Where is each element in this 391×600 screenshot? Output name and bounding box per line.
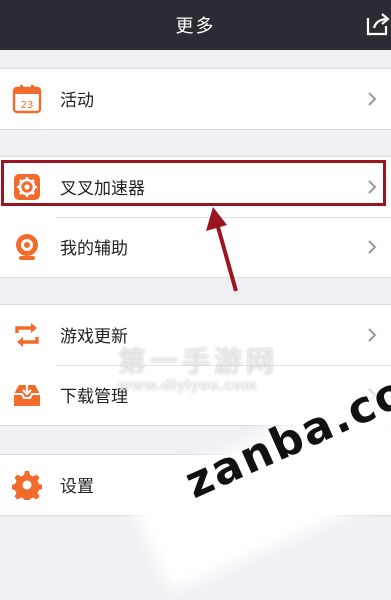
- menu-item-my-assist[interactable]: 我的辅助: [0, 217, 391, 277]
- annotation-arrow: [206, 207, 238, 292]
- share-icon[interactable]: [365, 10, 391, 38]
- top-bar: 更多: [0, 0, 391, 50]
- chevron-right-icon: [368, 328, 377, 342]
- highlight-box: [1, 160, 386, 206]
- calendar-date-text: 23: [21, 100, 34, 111]
- menu-item-activity[interactable]: 23 活动: [0, 69, 391, 129]
- chevron-right-icon: [368, 240, 377, 254]
- refresh-icon: [15, 323, 39, 347]
- page-title: 更多: [175, 16, 216, 37]
- menu-item-label: 设置: [60, 477, 94, 497]
- menu-group-activity: 23 活动: [0, 68, 391, 130]
- calendar-icon: 23: [12, 85, 42, 114]
- chevron-right-icon: [368, 92, 377, 106]
- menu-item-label: 我的辅助: [60, 239, 128, 259]
- download-tray-icon: [14, 385, 40, 406]
- menu-item-label: 活动: [60, 91, 94, 111]
- watermark-site-url: www.diyiyou.com: [118, 378, 257, 394]
- webcam-icon: [16, 234, 38, 260]
- settings-gear-icon: [12, 471, 42, 500]
- watermark-site-name: 第一手游网: [118, 345, 279, 378]
